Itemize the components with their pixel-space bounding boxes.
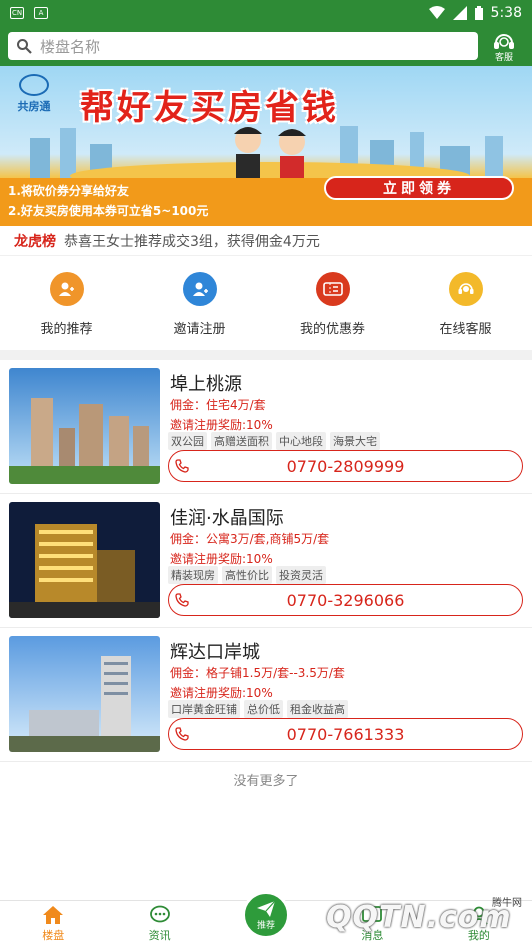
status-time: 5:38: [490, 5, 522, 21]
banner-instructions: 1.将砍价券分享给好友 2.好友买房使用本券可立省5~100元 立即领券: [0, 176, 532, 226]
tab-label: 推荐: [257, 920, 276, 931]
banner-line-2: 2.好友买房使用本券可立省5~100元: [8, 204, 209, 218]
banner-line-1: 1.将砍价券分享给好友: [8, 184, 129, 198]
quick-item-label: 在线客服: [439, 322, 492, 337]
search-input[interactable]: 楼盘名称: [8, 32, 478, 60]
chat-icon: [149, 905, 170, 922]
wifi-icon: [428, 6, 445, 19]
ranking-marquee[interactable]: 龙虎榜 恭喜王女士推荐成交3组，获得佣金4万元: [0, 226, 532, 256]
tab-label: 楼盘: [42, 928, 65, 942]
no-more-text: 没有更多了: [233, 774, 299, 789]
property-reward: 邀请注册奖励:10%: [170, 418, 273, 432]
property-commission: 佣金：公寓3万/套,商铺5万/套: [170, 532, 330, 546]
invite-icon: [182, 272, 217, 306]
property-tag: 口岸黄金旺铺: [168, 700, 240, 718]
property-tags: 精装现房 高性价比 投资灵活: [168, 566, 326, 584]
phone-icon: [169, 593, 195, 607]
phone-icon: [169, 727, 195, 741]
service-label: 客服: [494, 52, 513, 63]
property-tag: 双公园: [168, 432, 207, 450]
property-reward: 邀请注册奖励:10%: [170, 552, 273, 566]
tab-news[interactable]: 资讯: [106, 901, 212, 946]
carrier-badge-icon: CN: [10, 7, 24, 19]
customer-service-button[interactable]: 客服: [484, 26, 524, 66]
property-tag: 投资灵活: [276, 566, 326, 584]
property-tag: 海景大宅: [330, 432, 380, 450]
search-placeholder: 楼盘名称: [40, 37, 101, 56]
phone-number: 0770-3296066: [286, 590, 405, 610]
quick-item-label: 我的优惠券: [299, 322, 365, 337]
property-reward: 邀请注册奖励:10%: [170, 686, 273, 700]
property-commission: 佣金：格子铺1.5万/套--3.5万/套: [170, 666, 345, 680]
property-tag: 高赠送面积: [211, 432, 272, 450]
battery-icon: [474, 6, 483, 20]
customer-service-icon: [448, 272, 483, 306]
ranking-message: 恭喜王女士推荐成交3组，获得佣金4万元: [64, 233, 320, 250]
property-tag: 总价低: [244, 700, 283, 718]
property-commission: 佣金：住宅4万/套: [170, 398, 266, 412]
get-coupon-button[interactable]: 立即领券: [324, 176, 514, 200]
property-photo: [9, 502, 160, 618]
tab-label: 资讯: [148, 928, 171, 942]
search-icon: [17, 39, 32, 54]
send-icon: [257, 900, 276, 917]
coupon-icon: [315, 272, 350, 306]
property-tags: 口岸黄金旺铺 总价低 租金收益高: [168, 700, 348, 718]
property-photo: [9, 636, 160, 752]
home-icon: [43, 905, 64, 924]
call-button[interactable]: 0770-3296066: [168, 584, 523, 616]
property-tag: 高性价比: [222, 566, 272, 584]
property-name: 埠上桃源: [170, 374, 242, 395]
property-tags: 双公园 高赠送面积 中心地段 海景大宅: [168, 432, 380, 450]
recommend-fab[interactable]: 推荐: [242, 891, 291, 939]
phone-number: 0770-2809999: [286, 456, 405, 476]
property-list: 埠上桃源 佣金：住宅4万/套 邀请注册奖励:10% 双公园 高赠送面积 中心地段…: [0, 360, 532, 762]
quick-item-label: 邀请注册: [173, 322, 226, 337]
phone-number: 0770-7661333: [286, 724, 405, 744]
tab-recommend[interactable]: 推荐: [213, 891, 319, 946]
tab-properties[interactable]: 楼盘: [0, 901, 106, 946]
property-tag: 中心地段: [276, 432, 326, 450]
property-photo: [9, 368, 160, 484]
quick-item-invite-register[interactable]: 邀请注册: [133, 258, 266, 348]
section-divider: [0, 350, 532, 360]
brand-logo: 共房通: [10, 74, 58, 114]
call-button[interactable]: 0770-7661333: [168, 718, 523, 750]
property-card[interactable]: 辉达口岸城 佣金：格子铺1.5万/套--3.5万/套 邀请注册奖励:10% 口岸…: [0, 628, 532, 762]
property-card[interactable]: 佳润·水晶国际 佣金：公寓3万/套,商铺5万/套 邀请注册奖励:10% 精装现房…: [0, 494, 532, 628]
status-bar: CN A 5:38: [0, 0, 532, 26]
top-header: 楼盘名称 客服: [0, 26, 532, 66]
property-name: 辉达口岸城: [170, 642, 260, 663]
watermark: 腾牛网 QQTN.com: [326, 892, 526, 946]
watermark-text: QQTN.com: [326, 900, 512, 935]
quick-item-label: 我的推荐: [40, 322, 93, 337]
promo-banner[interactable]: 共房通 帮好友买房省钱 1.将砍价券分享给好友 2.好友买房使用本券可立省5~1…: [0, 66, 532, 226]
property-tag: 精装现房: [168, 566, 218, 584]
call-button[interactable]: 0770-2809999: [168, 450, 523, 482]
property-card[interactable]: 埠上桃源 佣金：住宅4万/套 邀请注册奖励:10% 双公园 高赠送面积 中心地段…: [0, 360, 532, 494]
quick-item-online-service[interactable]: 在线客服: [399, 258, 532, 348]
signal-icon: [452, 6, 467, 20]
property-name: 佳润·水晶国际: [170, 508, 284, 529]
recommend-icon: [49, 272, 84, 306]
ranking-tag: 龙虎榜: [14, 233, 56, 250]
quick-menu: 我的推荐 邀请注册 我的优惠券 在线客服: [0, 258, 532, 348]
a-badge-icon: A: [34, 7, 48, 19]
headset-icon: [494, 33, 514, 49]
property-tag: 租金收益高: [287, 700, 348, 718]
phone-icon: [169, 459, 195, 473]
quick-item-my-coupons[interactable]: 我的优惠券: [266, 258, 399, 348]
quick-item-my-recommend[interactable]: 我的推荐: [0, 258, 133, 348]
brand-name: 共房通: [17, 100, 51, 113]
